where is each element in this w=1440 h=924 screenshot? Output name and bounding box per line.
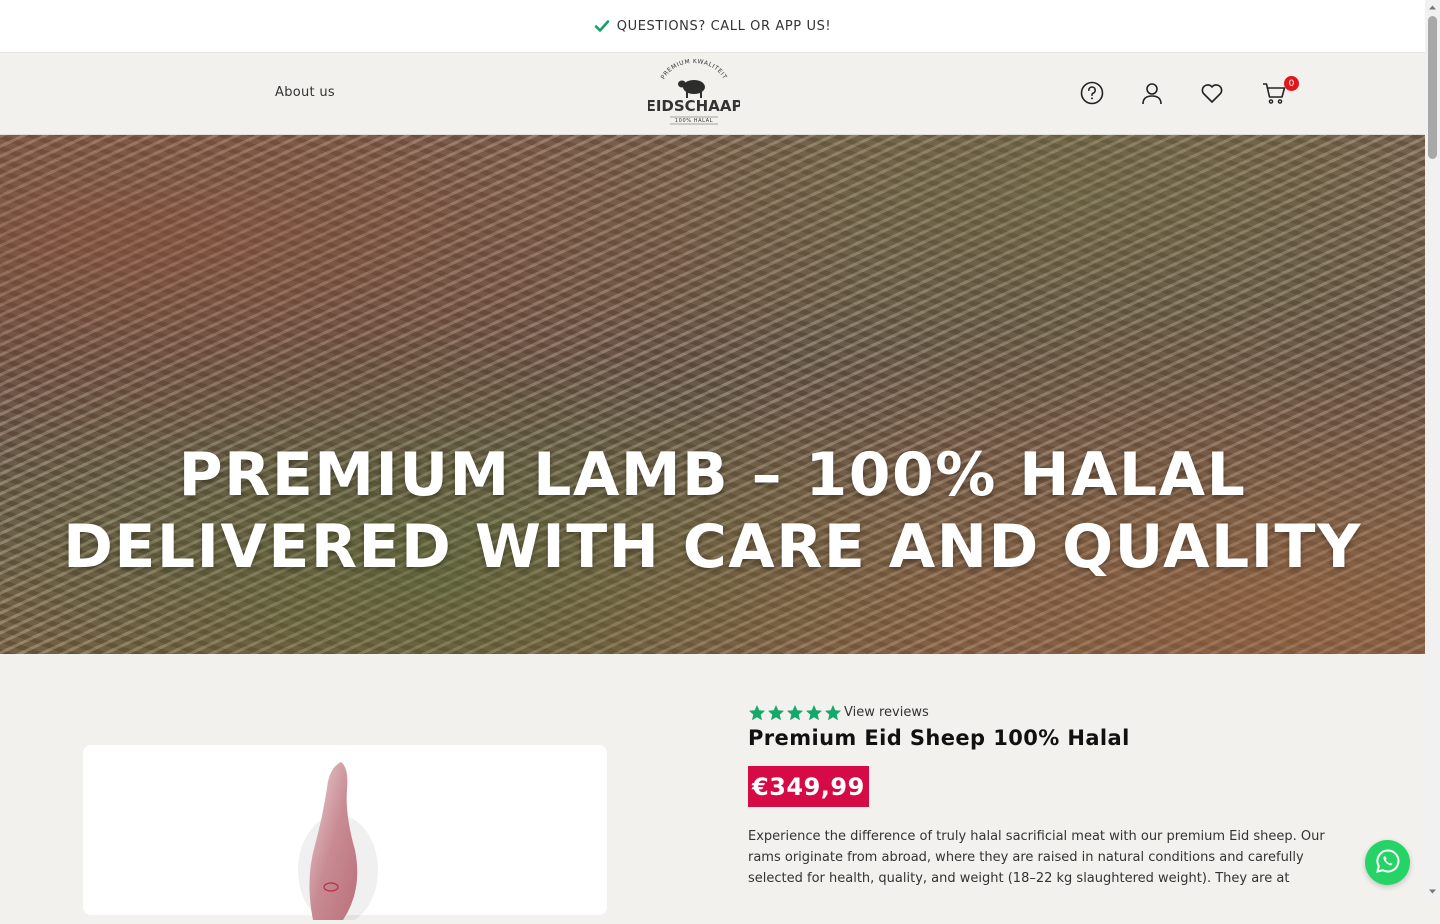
hero-heading: PREMIUM LAMB – 100% HALAL DELIVERED WITH… — [0, 439, 1425, 583]
star-icon — [749, 705, 765, 721]
hero-line-2: DELIVERED WITH CARE AND QUALITY — [63, 512, 1362, 582]
whatsapp-chat-button[interactable] — [1365, 840, 1410, 885]
site-header: About us PREMIUM KWALITEIT EIDSCHAAP 100… — [0, 53, 1425, 135]
whatsapp-icon — [1375, 848, 1401, 878]
account-icon[interactable] — [1139, 80, 1165, 106]
cart-count-badge: 0 — [1284, 76, 1299, 91]
product-image-card[interactable] — [83, 745, 607, 924]
product-title: Premium Eid Sheep 100% Halal — [748, 726, 1130, 750]
announcement-bar: QUESTIONS? CALL OR APP US! — [0, 0, 1425, 53]
help-icon[interactable] — [1079, 80, 1105, 106]
product-price: €349,99 — [748, 766, 869, 807]
brand-logo[interactable]: PREMIUM KWALITEIT EIDSCHAAP 100% HALAL — [646, 58, 742, 129]
star-icon — [787, 705, 803, 721]
hero-line-1: PREMIUM LAMB – 100% HALAL — [178, 440, 1247, 510]
announcement-text: QUESTIONS? CALL OR APP US! — [616, 18, 832, 34]
star-icon — [825, 705, 841, 721]
hero-banner: PREMIUM LAMB – 100% HALAL DELIVERED WITH… — [0, 135, 1425, 654]
product-description: Experience the difference of truly halal… — [748, 829, 1325, 886]
view-reviews-link[interactable]: View reviews — [844, 705, 929, 720]
rating-stars — [748, 704, 842, 722]
scroll-down-arrow[interactable] — [1428, 887, 1437, 896]
svg-text:EIDSCHAAP: EIDSCHAAP — [648, 97, 740, 115]
svg-text:PREMIUM KWALITEIT: PREMIUM KWALITEIT — [660, 59, 729, 81]
check-icon — [594, 18, 610, 34]
star-icon — [768, 705, 784, 721]
scroll-up-arrow[interactable] — [1428, 3, 1437, 12]
wishlist-icon[interactable] — [1199, 80, 1225, 106]
scrollbar-thumb[interactable] — [1428, 16, 1437, 159]
star-icon — [806, 705, 822, 721]
lamb-leg-image — [283, 760, 393, 924]
svg-text:100% HALAL: 100% HALAL — [675, 118, 713, 124]
nav-about-us-link[interactable]: About us — [275, 85, 335, 100]
